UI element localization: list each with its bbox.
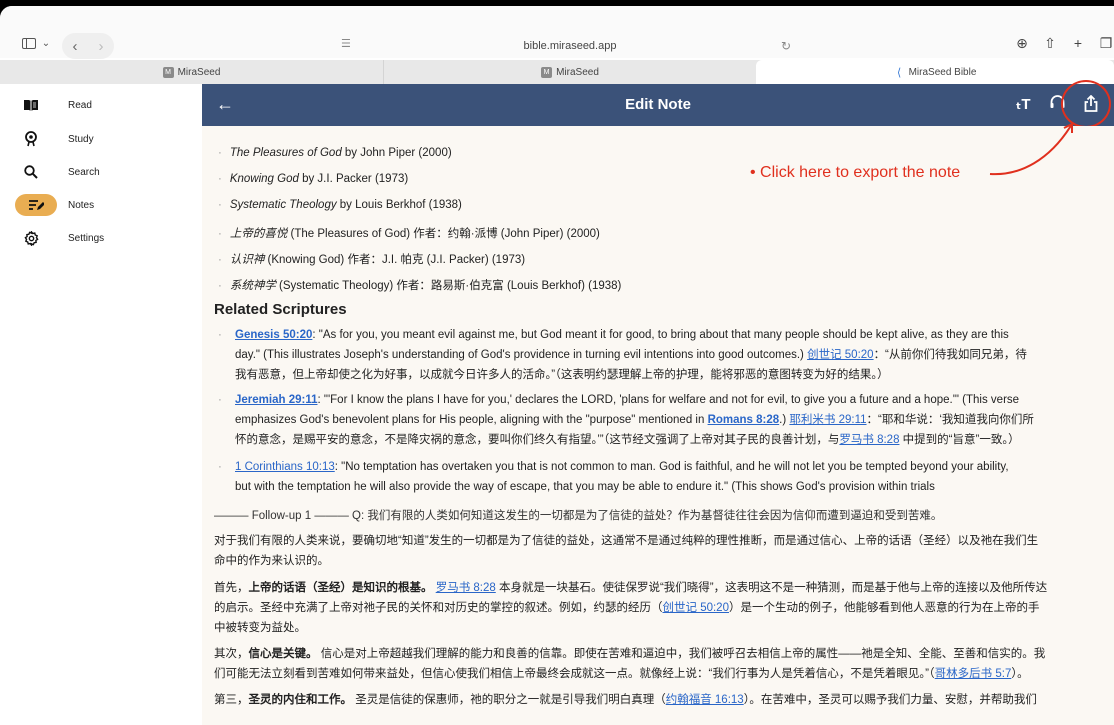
note-header: ← Edit Note ₜT: [202, 84, 1114, 126]
book-icon: [18, 94, 44, 116]
tab-label: MiraSeed Bible: [908, 66, 977, 78]
note-editor[interactable]: · The Pleasures of God by John Piper (200…: [202, 126, 1114, 725]
app-sidebar: Read Study Search Notes Settings: [0, 84, 202, 719]
list-item: · 系统神学 (Systematic Theology) 作者：路易斯·伯克富 (…: [218, 280, 622, 292]
export-annotation: • Click here to export the note: [750, 164, 961, 181]
sidebar-item-search[interactable]: Search: [18, 161, 188, 183]
list-item: · 上帝的喜悦 (The Pleasures of God) 作者：约翰·派博 (…: [218, 228, 600, 240]
chevron-down-icon: ⌄: [41, 37, 51, 49]
scripture-link[interactable]: 罗马书 8:28: [436, 582, 496, 594]
scripture-link[interactable]: 创世记 50:20: [663, 602, 729, 614]
list-item: · The Pleasures of God by John Piper (200…: [218, 147, 452, 159]
scripture-link[interactable]: 罗马书 8:28: [839, 434, 899, 446]
scripture-item: · Jeremiah 29:11: "'For I know the plans…: [218, 394, 1034, 446]
tab-miraseed-1[interactable]: M MiraSeed: [0, 60, 384, 84]
sidebar-item-label: Search: [68, 166, 100, 178]
sidebar-item-notes[interactable]: Notes: [15, 194, 188, 216]
page-title: Edit Note: [625, 96, 691, 113]
toolbar-actions: ⊕ ⇧ + ❐: [1014, 35, 1114, 52]
bible-favicon-icon: ⟨: [896, 66, 902, 79]
paragraph: 其次，信心是关键。 信心是对上帝超越我们理解的能力和良善的信靠。即使在苦难和逼迫…: [214, 648, 1046, 680]
sidebar-item-read[interactable]: Read: [18, 94, 188, 116]
sidebar-item-label: Study: [68, 133, 94, 145]
tab-miraseed-bible[interactable]: ⟨ MiraSeed Bible: [756, 60, 1114, 84]
scripture-link[interactable]: Jeremiah 29:11: [235, 394, 317, 406]
address-bar[interactable]: bible.miraseed.app: [400, 40, 740, 52]
paragraph: 首先，上帝的话语（圣经）是知识的根基。 罗马书 8:28 本身就是一块基石。使徒…: [214, 582, 1048, 634]
download-icon[interactable]: ⊕: [1014, 35, 1030, 52]
history-nav: ‹ ›: [62, 33, 114, 59]
scripture-link[interactable]: 创世记 50:20: [807, 349, 873, 361]
section-heading: Related Scriptures: [214, 301, 347, 318]
notes-icon: [15, 194, 57, 216]
scripture-link[interactable]: Genesis 50:20: [235, 329, 312, 341]
page-settings-icon[interactable]: ☰: [341, 37, 353, 50]
study-icon: [18, 128, 44, 150]
sidebar-item-study[interactable]: Study: [18, 128, 188, 150]
search-icon: [18, 161, 44, 183]
list-item: · 认识神 (Knowing God) 作者：J.I. 帕克 (J.I. Pack…: [218, 254, 526, 266]
scripture-item: · 1 Corinthians 10:13: "No temptation ha…: [218, 461, 1009, 493]
tab-strip: M MiraSeed M MiraSeed ⟨ MiraSeed Bible: [0, 60, 1114, 84]
scripture-link[interactable]: 约翰福音 16:13: [666, 694, 744, 706]
export-highlight-circle: [1061, 80, 1111, 128]
list-item: · Knowing God by J.I. Packer (1973): [218, 173, 409, 185]
sidebar-item-label: Read: [68, 99, 92, 111]
sidebar-item-label: Notes: [68, 199, 95, 211]
scripture-link[interactable]: 1 Corinthians 10:13: [235, 461, 335, 473]
sidebar-toggle-button[interactable]: ⌄: [16, 32, 56, 54]
sidebar-item-label: Settings: [68, 232, 105, 244]
scripture-link[interactable]: 哥林多后书 5:7: [935, 668, 1012, 680]
miraseed-favicon-icon: M: [162, 66, 174, 78]
paragraph: 对于我们有限的人类来说，要确切地“知道”发生的一切都是为了信徒的益处，这通常不是…: [214, 535, 1039, 567]
tab-miraseed-2[interactable]: M MiraSeed: [384, 60, 756, 84]
tab-label: MiraSeed: [556, 66, 599, 78]
scripture-item: · Genesis 50:20: "As for you, you meant …: [218, 329, 1027, 381]
gear-icon: [18, 227, 44, 249]
followup-question: ——— Follow-up 1 ——— Q: 我们有限的人类如何知道这发生的一切…: [214, 510, 943, 522]
reload-icon[interactable]: ↻: [781, 39, 791, 53]
forward-nav-icon[interactable]: ›: [99, 38, 104, 55]
paragraph: 第三，圣灵的内住和工作。 圣灵是信徒的保惠师，祂的职分之一就是引导我们明白真理（…: [214, 694, 1037, 706]
sidebar-icon: [21, 37, 36, 49]
new-tab-icon[interactable]: +: [1070, 35, 1086, 52]
browser-toolbar: ⌄ ‹ › ☰ bible.miraseed.app ↻ ⊕ ⇧ + ❐: [0, 6, 1114, 59]
back-nav-icon[interactable]: ‹: [73, 38, 78, 55]
text-size-icon[interactable]: ₜT: [1014, 95, 1032, 116]
browser-share-icon[interactable]: ⇧: [1042, 35, 1058, 52]
scripture-link[interactable]: Romans 8:28: [708, 414, 780, 426]
sidebar-item-settings[interactable]: Settings: [18, 227, 188, 249]
miraseed-favicon-icon: M: [541, 66, 553, 78]
list-item: · Systematic Theology by Louis Berkhof (1…: [218, 199, 462, 211]
tab-label: MiraSeed: [177, 66, 221, 78]
scripture-link[interactable]: 耶利米书 29:11: [789, 414, 866, 426]
tab-overview-icon[interactable]: ❐: [1098, 35, 1114, 52]
